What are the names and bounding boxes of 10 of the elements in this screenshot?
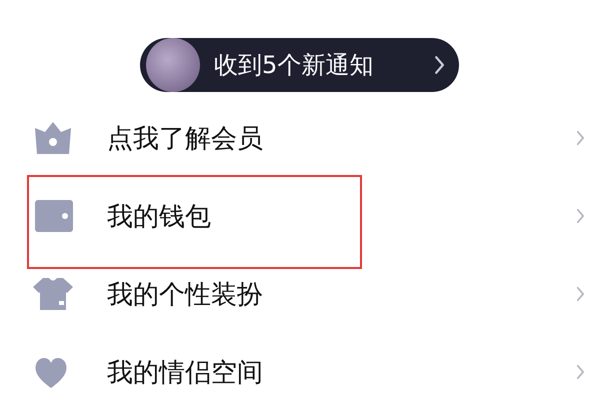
menu-label: 我的个性装扮 <box>107 278 264 312</box>
menu-label: 我的钱包 <box>107 200 212 234</box>
notification-pill[interactable]: 收到5个新通知 <box>140 38 459 92</box>
menu-label: 点我了解会员 <box>107 122 264 156</box>
menu-item[interactable]: 我的钱包 <box>0 177 599 255</box>
menu-label: 我的情侣空间 <box>107 356 264 390</box>
menu-item[interactable]: 点我了解会员 <box>0 99 599 177</box>
notification-text: 收到5个新通知 <box>214 50 374 81</box>
menu-item[interactable]: 我的个性装扮 <box>0 255 599 333</box>
menu-item[interactable]: 我的情侣空间 <box>0 333 599 401</box>
